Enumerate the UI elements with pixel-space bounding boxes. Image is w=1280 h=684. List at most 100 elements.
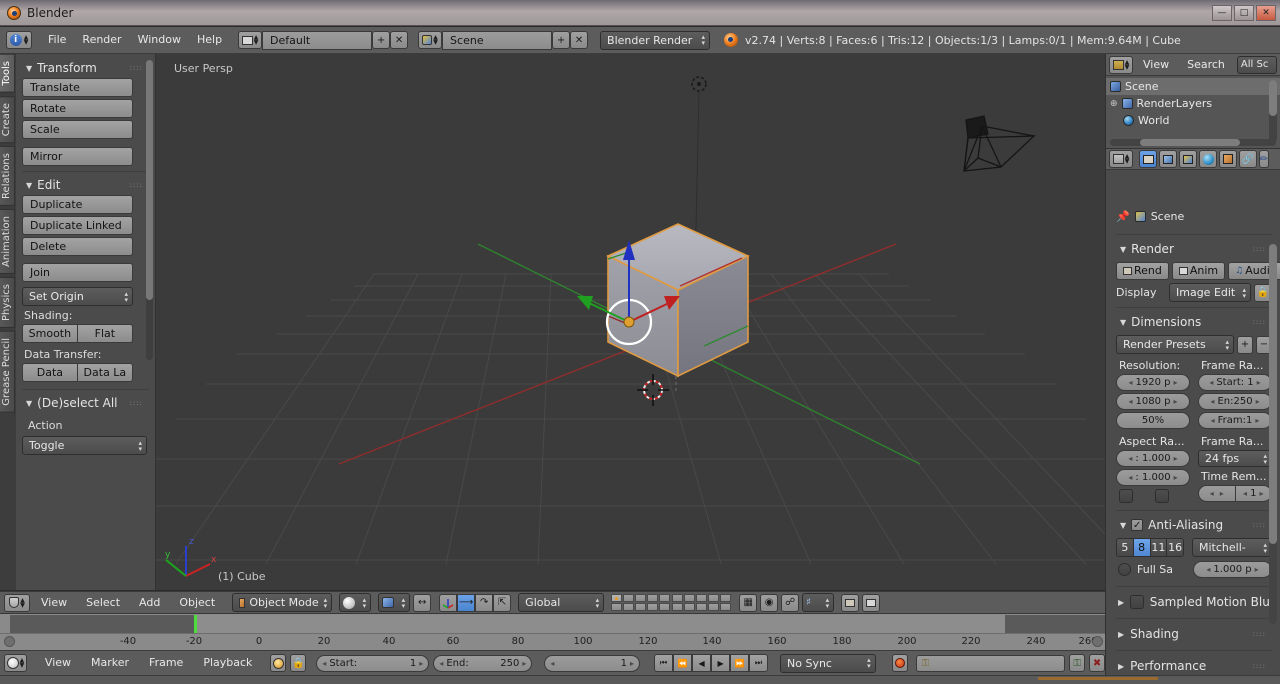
pin-icon[interactable]: 📌	[1116, 210, 1130, 223]
button-duplicate[interactable]: Duplicate	[22, 195, 133, 214]
constraints-tab-icon[interactable]: 🔗	[1239, 150, 1257, 168]
snap-magnet-icon[interactable]: ☍	[781, 593, 800, 612]
layers-top-group[interactable]	[611, 594, 671, 611]
timeline-menu-view[interactable]: View	[37, 654, 79, 672]
display-mode-dropdown[interactable]: Image Edit	[1169, 283, 1251, 302]
snap-element-dropdown[interactable]: ♯	[802, 593, 835, 612]
add-keyframe-icon[interactable]: ⚿	[1069, 654, 1086, 672]
panel-render-header[interactable]: ▼ Render ::::	[1116, 239, 1272, 259]
outliner-editor-icon[interactable]: ▲ ▼	[1109, 55, 1133, 74]
button-data[interactable]: Data	[22, 363, 78, 382]
render-tab-icon[interactable]	[1139, 150, 1157, 168]
outliner-filter-dropdown[interactable]: All Sc	[1236, 55, 1277, 74]
modifiers-tab-icon[interactable]: ✏	[1259, 150, 1269, 168]
pivot-point-dropdown[interactable]	[378, 593, 411, 612]
button-mirror[interactable]: Mirror	[22, 147, 133, 166]
time-remap-new-field[interactable]: 1	[1234, 485, 1272, 502]
outliner-horizontal-scrollbar[interactable]	[1110, 139, 1276, 146]
border-checkbox[interactable]	[1119, 489, 1133, 503]
timeline-playhead[interactable]	[194, 615, 197, 633]
timeline-ruler[interactable]: -40 -20 0 20 40 60 80 100 120 140 160 18…	[0, 633, 1105, 650]
panel-edit-header[interactable]: ▼ Edit ::::	[22, 175, 149, 195]
timeline-menu-frame[interactable]: Frame	[141, 654, 191, 672]
panel-sampled-motion-blur-header[interactable]: ▶ Sampled Motion Blur	[1116, 591, 1272, 613]
object-tab-icon[interactable]	[1219, 150, 1237, 168]
button-translate[interactable]: Translate	[22, 78, 133, 97]
resolution-y-field[interactable]: 1080 p	[1116, 393, 1190, 410]
full-sample-checkbox[interactable]	[1118, 563, 1131, 576]
timeline-scrollbar-left-handle[interactable]	[4, 636, 15, 647]
properties-scrollbar[interactable]	[1269, 244, 1277, 624]
properties-editor-icon[interactable]: ▲ ▼	[1109, 150, 1133, 168]
current-frame-field[interactable]: 1	[544, 654, 641, 672]
outliner-row-world[interactable]: World	[1106, 112, 1280, 129]
tab-relations[interactable]: Relations	[0, 145, 15, 206]
tab-physics[interactable]: Physics	[0, 276, 15, 328]
remove-scene-button[interactable]: ✕	[570, 31, 589, 49]
sync-mode-dropdown[interactable]: No Sync	[780, 653, 876, 673]
aspect-y-field[interactable]: : 1.000	[1116, 469, 1190, 486]
aa-samples-11[interactable]: 11	[1149, 538, 1167, 557]
layers-widget[interactable]	[611, 594, 732, 611]
frame-step-field[interactable]: Fram:1	[1198, 412, 1272, 429]
aspect-x-field[interactable]: : 1.000	[1116, 450, 1190, 467]
play-reverse-icon[interactable]: ◀	[692, 654, 712, 672]
scene-icon[interactable]: ▲ ▼	[418, 31, 443, 49]
frame-end-field[interactable]: End: 250	[433, 654, 533, 672]
translate-manipulator-icon[interactable]: ⟶	[457, 593, 476, 612]
bone-render-icon[interactable]: ◉	[760, 593, 779, 612]
render-engine-dropdown[interactable]: Blender Render	[600, 30, 711, 50]
panel-shading-header[interactable]: ▶ Shading ::::	[1116, 623, 1272, 645]
button-scale[interactable]: Scale	[22, 120, 133, 139]
tab-animation[interactable]: Animation	[0, 208, 15, 274]
outliner-tree[interactable]: Scene ⊕ RenderLayers World	[1106, 76, 1280, 148]
viewport-menu-object[interactable]: Object	[171, 594, 223, 612]
render-anim-button[interactable]: Anim	[1171, 262, 1226, 280]
outliner-vertical-scrollbar[interactable]	[1269, 80, 1277, 142]
remove-keyframe-icon[interactable]: ✖	[1089, 654, 1106, 672]
world-tab-icon[interactable]	[1199, 150, 1217, 168]
lock-icon[interactable]: 🔒	[290, 654, 307, 672]
transform-orientation-dropdown[interactable]: Global	[518, 593, 605, 612]
viewport-menu-add[interactable]: Add	[131, 594, 168, 612]
viewport-menu-select[interactable]: Select	[78, 594, 128, 612]
minimize-button[interactable]: —	[1212, 4, 1232, 21]
outliner-menu-view[interactable]: View	[1135, 56, 1177, 74]
play-icon[interactable]: ▶	[711, 654, 731, 672]
time-remap-old-field[interactable]	[1198, 485, 1235, 502]
interaction-mode-dropdown[interactable]: Object Mode	[232, 593, 333, 612]
button-join[interactable]: Join	[22, 263, 133, 282]
frame-start-field[interactable]: Start: 1	[1198, 374, 1272, 391]
timeline-editor-icon[interactable]: ▲ ▼	[4, 654, 27, 672]
frame-end-field[interactable]: En:250	[1198, 393, 1272, 410]
menu-help[interactable]: Help	[189, 31, 230, 49]
viewport-shading-dropdown[interactable]	[339, 593, 372, 612]
menu-file[interactable]: File	[40, 31, 74, 49]
timeline-menu-marker[interactable]: Marker	[83, 654, 137, 672]
button-data-layout[interactable]: Data La	[77, 363, 133, 382]
motion-blur-checkbox[interactable]	[1130, 595, 1144, 609]
close-button[interactable]: ✕	[1256, 4, 1276, 21]
tab-grease-pencil[interactable]: Grease Pencil	[0, 330, 15, 413]
panel-antialiasing-header[interactable]: ▼ ✓ Anti-Aliasing ::::	[1116, 515, 1272, 535]
panel-dimensions-header[interactable]: ▼ Dimensions ::::	[1116, 312, 1272, 332]
frame-rate-dropdown[interactable]: 24 fps	[1198, 450, 1272, 467]
frame-start-field[interactable]: Start: 1	[316, 654, 430, 672]
opengl-render-image-icon[interactable]	[841, 593, 860, 612]
next-keyframe-icon[interactable]: ⏩	[730, 654, 750, 672]
add-preset-button[interactable]: +	[1237, 335, 1253, 354]
button-delete[interactable]: Delete	[22, 237, 133, 256]
panel-performance-header[interactable]: ▶ Performance ::::	[1116, 655, 1272, 677]
editor-type-selector[interactable]: i ▲ ▼	[6, 31, 32, 49]
jump-start-icon[interactable]: ⏮	[654, 654, 674, 672]
timeline-scrollbar-right-handle[interactable]	[1092, 636, 1103, 647]
antialiasing-checkbox[interactable]: ✓	[1131, 519, 1144, 531]
opengl-render-anim-icon[interactable]	[862, 593, 881, 612]
screen-layout-icon[interactable]: ▲ ▼	[238, 31, 263, 49]
resolution-x-field[interactable]: 1920 p	[1116, 374, 1190, 391]
record-autokey-icon[interactable]	[270, 654, 287, 672]
viewport-menu-view[interactable]: View	[33, 594, 75, 612]
aa-filter-dropdown[interactable]: Mitchell-	[1192, 538, 1272, 557]
jump-end-icon[interactable]: ⏭	[749, 654, 769, 672]
aa-size-field[interactable]: 1.000 p	[1193, 561, 1272, 578]
